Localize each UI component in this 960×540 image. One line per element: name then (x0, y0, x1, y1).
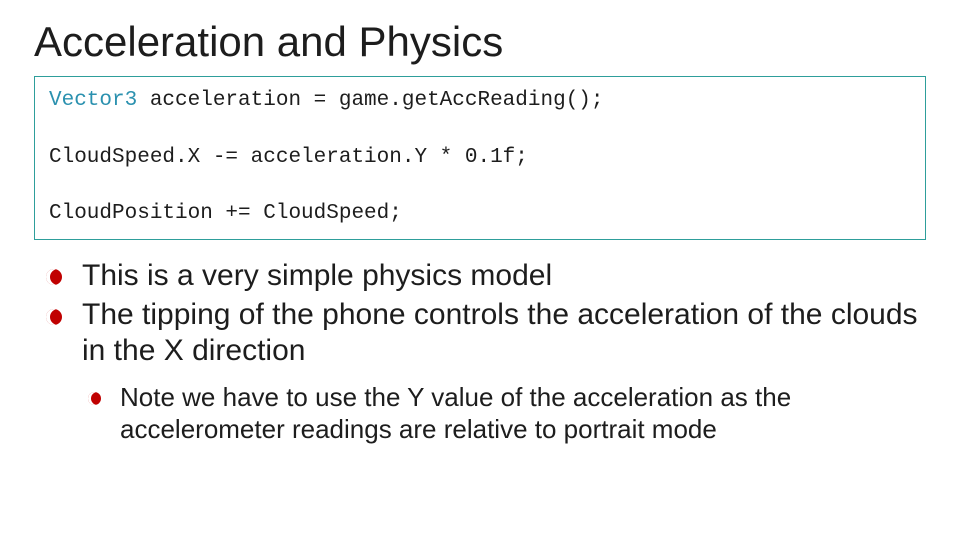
bullet-list: This is a very simple physics model The … (42, 258, 926, 368)
sub-bullet-text: Note we have to use the Y value of the a… (120, 382, 791, 444)
code-line-2: CloudSpeed.X -= acceleration.Y * 0.1f; (49, 144, 911, 172)
slide-title: Acceleration and Physics (34, 18, 926, 66)
code-line-1: Vector3 acceleration = game.getAccReadin… (49, 87, 911, 115)
slide: Acceleration and Physics Vector3 acceler… (0, 0, 960, 540)
bullet-item-2: The tipping of the phone controls the ac… (42, 297, 926, 368)
bullet-text: This is a very simple physics model (82, 259, 552, 292)
sub-bullet-item-1: Note we have to use the Y value of the a… (86, 382, 926, 445)
sub-bullet-list: Note we have to use the Y value of the a… (86, 382, 926, 445)
code-blank-line (49, 115, 911, 143)
code-line-3: CloudPosition += CloudSpeed; (49, 200, 911, 228)
bullet-text: The tipping of the phone controls the ac… (82, 298, 918, 366)
code-blank-line (49, 172, 911, 200)
bullet-item-1: This is a very simple physics model (42, 258, 926, 293)
code-box: Vector3 acceleration = game.getAccReadin… (34, 76, 926, 240)
code-type-keyword: Vector3 (49, 89, 137, 112)
code-line-1-rest: acceleration = game.getAccReading(); (137, 89, 603, 112)
